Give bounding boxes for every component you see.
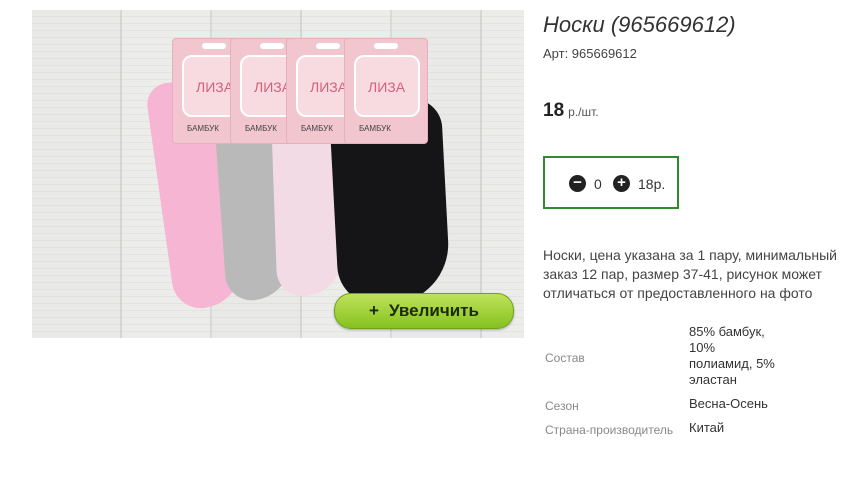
zoom-button[interactable]: + Увеличить [334,293,514,329]
spec-value: 85% бамбук, 10% полиамид, 5% эластан [689,324,775,387]
spec-row: Сезон Весна-Осень [541,394,783,418]
package-tag: ЛИЗА БАМБУК [344,38,428,144]
product-description: Носки, цена указана за 1 пару, минимальн… [543,247,837,301]
spec-row: Состав 85% бамбук, 10% полиамид, 5% элас… [541,322,783,394]
price-value: 18 [543,100,565,121]
spec-key: Страна-производитель [545,423,674,437]
spec-key: Состав [545,351,585,365]
spec-key: Сезон [545,399,579,413]
spec-value: Китай [689,420,725,435]
product-photo[interactable]: ЛИЗА БАМБУК ЛИЗА БАМБУК ЛИЗА БАМБУК ЛИЗА… [32,10,524,338]
quantity-value[interactable]: 0 [594,176,602,192]
plus-icon[interactable]: + [613,175,630,192]
price-unit: р./шт. [568,105,599,119]
plus-icon: + [369,301,379,320]
spec-value: Весна-Осень [689,396,768,411]
cart-sum: 18р. [638,176,666,192]
product-title: Носки (965669612) [543,12,736,37]
product-sku: Арт: 965669612 [543,46,637,61]
specs-table: Состав 85% бамбук, 10% полиамид, 5% элас… [541,322,783,442]
zoom-label: Увеличить [388,301,479,320]
spec-row: Страна-производитель Китай [541,418,783,442]
minus-icon[interactable]: − [569,175,586,192]
product-price: 18 р./шт. [543,100,599,122]
quantity-selector: − 0 + 18р. [543,156,679,209]
